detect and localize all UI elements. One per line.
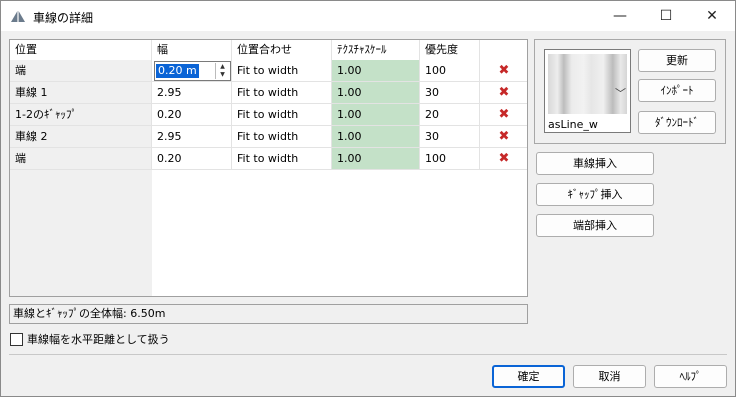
horizontal-distance-label[interactable]: 車線幅を水平距離として扱う <box>27 331 170 347</box>
help-button[interactable]: ﾍﾙﾌﾟ <box>654 365 727 388</box>
delete-row-button[interactable]: ✖ <box>480 82 527 104</box>
row-name[interactable]: 1-2のｷﾞｬｯﾌﾟ <box>10 104 152 126</box>
row-priority[interactable]: 20 <box>420 104 480 126</box>
row-scale[interactable]: 1.00 <box>332 104 420 126</box>
row-priority[interactable]: 100 <box>420 60 480 82</box>
download-button[interactable]: ﾀﾞｳﾝﾛｰﾄﾞ <box>638 111 716 134</box>
spin-up-icon[interactable]: ▲ <box>216 63 229 71</box>
row-scale[interactable]: 1.00 <box>332 60 420 82</box>
header-texture-scale[interactable]: ﾃｸｽﾁｬｽｹｰﾙ <box>332 40 420 60</box>
row-priority[interactable]: 100 <box>420 148 480 170</box>
delete-icon: ✖ <box>498 107 510 122</box>
row-priority[interactable]: 30 <box>420 126 480 148</box>
footer-divider <box>9 354 727 355</box>
maximize-icon[interactable]: ☐ <box>643 1 689 31</box>
insert-gap-button[interactable]: ｷﾞｬｯﾌﾟ挿入 <box>536 183 654 206</box>
window-title: 車線の詳細 <box>33 11 94 25</box>
row-fit[interactable]: Fit to width <box>232 82 332 104</box>
insert-lane-button[interactable]: 車線挿入 <box>536 152 654 175</box>
header-priority[interactable]: 優先度 <box>420 40 480 60</box>
minimize-icon[interactable]: — <box>597 1 643 31</box>
import-button[interactable]: ｲﾝﾎﾟｰﾄ <box>638 79 716 102</box>
row-fit[interactable]: Fit to width <box>232 60 332 82</box>
texture-preview-image <box>548 54 627 114</box>
horizontal-distance-checkbox[interactable] <box>10 332 23 346</box>
delete-icon: ✖ <box>498 63 510 78</box>
chevron-down-icon[interactable]: ﹀ <box>615 85 626 101</box>
row-width[interactable]: 0.20 <box>152 104 232 126</box>
delete-row-button[interactable]: ✖ <box>480 148 527 170</box>
delete-row-button[interactable]: ✖ <box>480 104 527 126</box>
row-scale[interactable]: 1.00 <box>332 148 420 170</box>
delete-row-button[interactable]: ✖ <box>480 60 527 82</box>
close-icon[interactable]: ✕ <box>689 1 735 31</box>
delete-icon: ✖ <box>498 151 510 166</box>
total-width-label: 車線とｷﾞｬｯﾌﾟの全体幅: 6.50m <box>9 304 528 324</box>
row-width[interactable]: 2.95 <box>152 126 232 148</box>
lane-grid: 位置 幅 位置合わせ ﾃｸｽﾁｬｽｹｰﾙ 優先度 端 Fit to width … <box>9 39 528 297</box>
header-position[interactable]: 位置 <box>10 40 152 60</box>
width-input-value[interactable]: 0.20 m <box>156 64 199 78</box>
row-width[interactable]: 2.95 <box>152 82 232 104</box>
row-name[interactable]: 車線 2 <box>10 126 152 148</box>
lane-details-dialog: 車線の詳細 — ☐ ✕ 位置 幅 位置合わせ ﾃｸｽﾁｬｽｹｰﾙ 優先度 端 F… <box>0 0 736 397</box>
delete-icon: ✖ <box>498 129 510 144</box>
insert-edge-button[interactable]: 端部挿入 <box>536 214 654 237</box>
header-alignment[interactable]: 位置合わせ <box>232 40 332 60</box>
row-width[interactable]: 0.20 <box>152 148 232 170</box>
row-name[interactable]: 端 <box>10 60 152 82</box>
cancel-button[interactable]: 取消 <box>573 365 646 388</box>
row-name[interactable]: 車線 1 <box>10 82 152 104</box>
update-button[interactable]: 更新 <box>638 49 716 72</box>
ok-button[interactable]: 確定 <box>492 365 565 388</box>
row-fit[interactable]: Fit to width <box>232 148 332 170</box>
row-name[interactable]: 端 <box>10 148 152 170</box>
width-spin-input[interactable]: 0.20 m ▲ ▼ <box>154 61 231 81</box>
header-delete <box>480 40 527 60</box>
spin-buttons[interactable]: ▲ ▼ <box>215 63 229 79</box>
spin-down-icon[interactable]: ▼ <box>216 71 229 79</box>
app-icon <box>11 10 25 22</box>
material-label: asLine_w <box>548 118 598 131</box>
row-scale[interactable]: 1.00 <box>332 82 420 104</box>
row-priority[interactable]: 30 <box>420 82 480 104</box>
row-scale[interactable]: 1.00 <box>332 126 420 148</box>
title-bar: 車線の詳細 — ☐ ✕ <box>1 1 735 31</box>
row-fit[interactable]: Fit to width <box>232 104 332 126</box>
delete-icon: ✖ <box>498 85 510 100</box>
row-fit[interactable]: Fit to width <box>232 126 332 148</box>
horizontal-distance-option[interactable]: 車線幅を水平距離として扱う <box>10 332 170 346</box>
delete-row-button[interactable]: ✖ <box>480 126 527 148</box>
header-width[interactable]: 幅 <box>152 40 232 60</box>
